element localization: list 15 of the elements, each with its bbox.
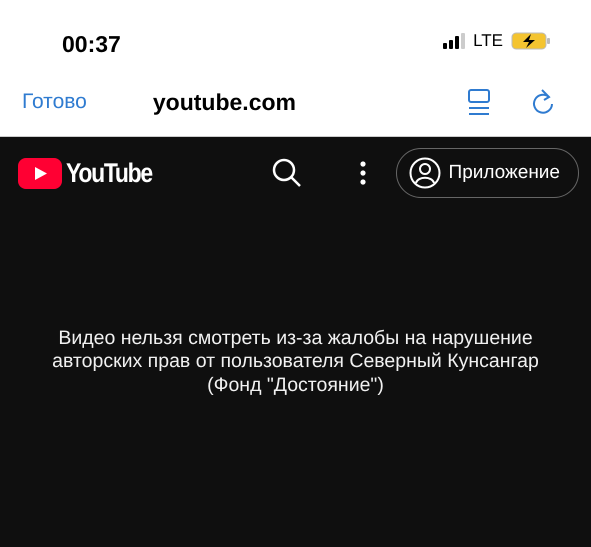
search-icon[interactable]: [272, 158, 302, 188]
error-message: Видео нельзя смотреть из-за жалобы на нарушение авторских прав от пользователя Северный Кунсангар (Фонд "Достояние"): [51, 327, 540, 398]
account-icon: [408, 157, 441, 189]
network-label: LTE: [473, 30, 503, 52]
logo-wordmark[interactable]: YouTube: [66, 152, 152, 194]
play-logo-icon: [18, 158, 62, 188]
reader-icon[interactable]: [467, 89, 491, 115]
signal-icon: [443, 33, 466, 49]
battery-icon: [511, 32, 551, 50]
page-url: youtube.com: [152, 88, 296, 117]
reload-icon[interactable]: [531, 88, 555, 116]
done-button[interactable]: Готово: [22, 86, 87, 118]
app-button[interactable]: Приложение: [396, 148, 579, 198]
more-icon[interactable]: [360, 161, 366, 185]
status-time: 00:37: [62, 30, 121, 59]
